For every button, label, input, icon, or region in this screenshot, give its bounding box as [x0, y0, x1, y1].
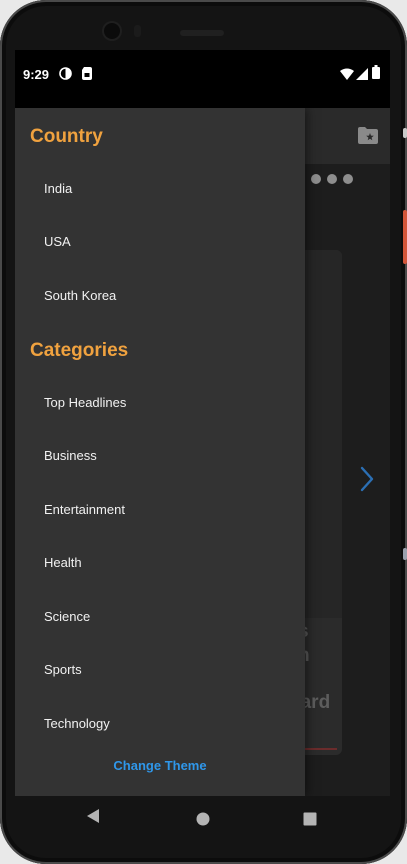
side-button [403, 548, 407, 560]
back-icon[interactable] [86, 808, 100, 829]
drawer-item-label: Technology [44, 716, 110, 731]
circle-half-icon [59, 67, 72, 85]
camera-icon [104, 23, 120, 39]
bookmark-star-icon[interactable] [358, 127, 378, 149]
phone-frame: 9:29 uard Country India USA South Korea … [0, 0, 407, 864]
drawer-item-label: India [44, 181, 73, 196]
drawer-item-label: Top Headlines [44, 395, 127, 410]
drawer-item-label: Sports [44, 662, 82, 677]
drawer-item-technology[interactable]: Technology [15, 698, 305, 751]
drawer-item-entertainment[interactable]: Entertainment [15, 484, 305, 537]
screen: 9:29 uard Country India USA South Korea … [15, 50, 390, 796]
drawer-item-india[interactable]: India [15, 163, 305, 216]
status-time: 9:29 [23, 67, 50, 82]
system-nav-bar [0, 796, 407, 842]
home-icon[interactable] [196, 812, 210, 831]
drawer-item-label: Health [44, 555, 82, 570]
drawer-item-top-headlines[interactable]: Top Headlines [15, 377, 305, 430]
change-theme-button[interactable]: Change Theme [15, 758, 305, 773]
side-button [403, 128, 407, 138]
drawer-item-label: Entertainment [44, 502, 125, 517]
drawer-item-health[interactable]: Health [15, 537, 305, 590]
page-dot [327, 174, 337, 184]
drawer-item-label: Science [44, 609, 91, 624]
drawer-item-south-korea[interactable]: South Korea [15, 270, 305, 323]
signal-icon [356, 67, 368, 85]
drawer-item-science[interactable]: Science [15, 591, 305, 644]
wifi-icon [340, 67, 354, 85]
sensor [134, 25, 141, 37]
sim-card-icon [82, 67, 92, 85]
recents-icon[interactable] [303, 812, 317, 831]
navigation-drawer: Country India USA South Korea Categories… [15, 108, 305, 796]
drawer-item-sports[interactable]: Sports [15, 644, 305, 697]
drawer-item-business[interactable]: Business [15, 430, 305, 483]
categories-section-title: Categories [30, 340, 129, 361]
page-dot [311, 174, 321, 184]
speaker-grille [180, 30, 224, 36]
drawer-item-label: USA [44, 234, 71, 249]
battery-icon [372, 65, 380, 84]
page-dot [343, 174, 353, 184]
side-button [403, 210, 407, 264]
drawer-item-label: Business [44, 448, 97, 463]
status-bar: 9:29 [15, 50, 390, 108]
chevron-right-icon[interactable] [360, 466, 374, 497]
drawer-item-usa[interactable]: USA [15, 216, 305, 269]
drawer-item-label: South Korea [44, 288, 117, 303]
country-section-title: Country [30, 126, 103, 147]
